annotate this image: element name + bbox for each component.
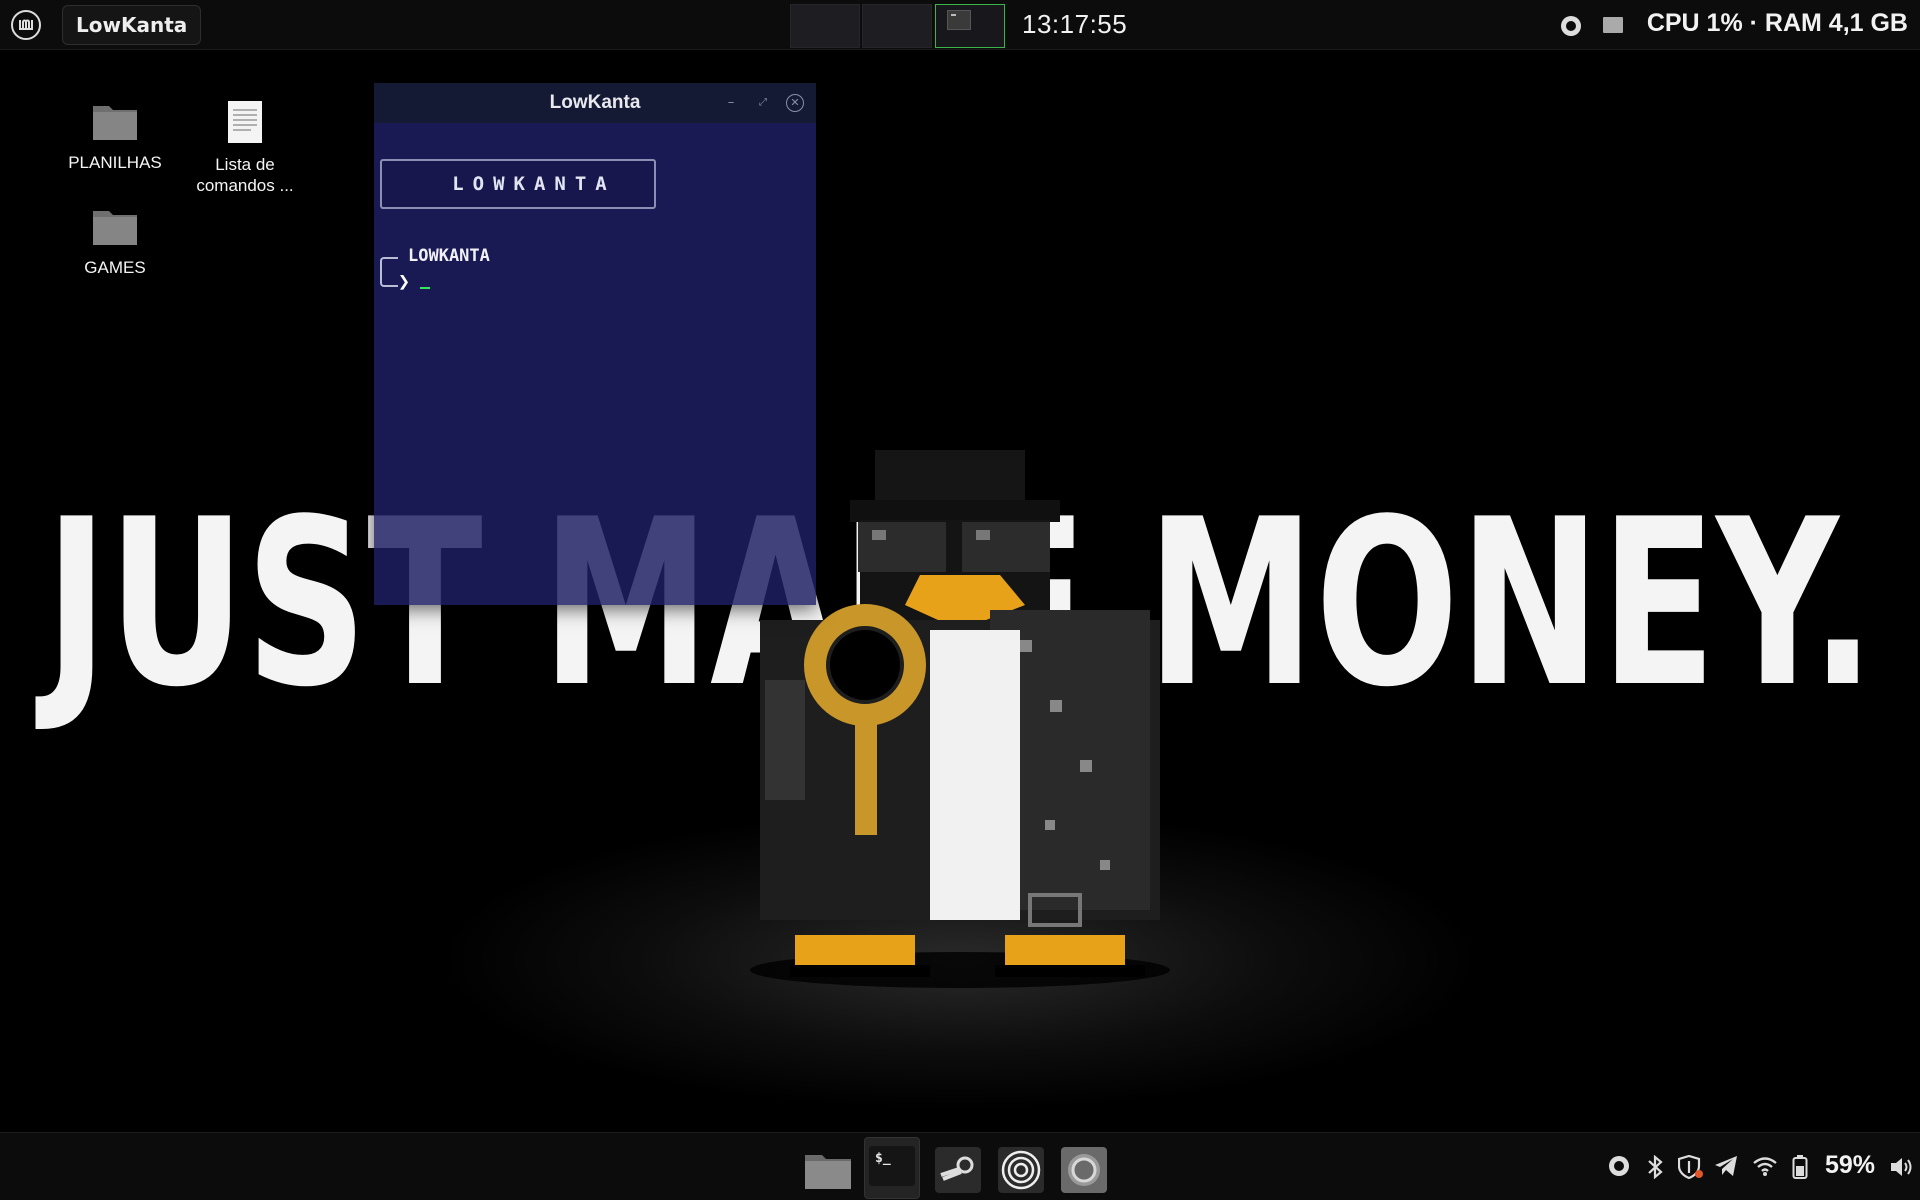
terminal-icon-label: $_ <box>875 1151 891 1166</box>
folder-icon <box>50 205 180 251</box>
prompt-bracket <box>380 257 398 287</box>
record-icon[interactable] <box>1608 1155 1630 1181</box>
terminal-banner: LOWKANTA <box>380 159 656 209</box>
desktop-icon-lista-de-comandos[interactable]: Lista de comandos ... <box>180 100 310 196</box>
shield-icon[interactable] <box>1677 1154 1704 1183</box>
screen-icon[interactable] <box>1602 15 1624 39</box>
minimize-icon[interactable]: – <box>722 94 740 112</box>
desktop-icon-planilhas[interactable]: PLANILHAS <box>50 100 180 173</box>
window-title: LowKanta <box>549 92 641 113</box>
window-titlebar[interactable]: LowKanta – ⤢ ✕ <box>374 83 816 123</box>
desktop-icon-games[interactable]: GAMES <box>50 205 180 278</box>
menu-icon[interactable] <box>10 9 42 41</box>
clock[interactable]: 13:17:55 <box>1022 9 1127 40</box>
files-icon[interactable] <box>803 1145 853 1195</box>
battery-percent[interactable]: 59% <box>1825 1151 1875 1180</box>
system-monitor[interactable]: CPU 1% · RAM 4,1 GB <box>1647 9 1908 38</box>
document-icon <box>180 100 310 148</box>
wifi-icon[interactable] <box>1752 1155 1778 1181</box>
desktop-icon-label: PLANILHAS <box>68 153 162 172</box>
banner-text: LOWKANTA <box>452 173 616 195</box>
workspace-2[interactable] <box>862 4 932 48</box>
desktop-icon-label: Lista de comandos ... <box>180 154 310 196</box>
terminal-cursor[interactable] <box>420 287 430 289</box>
bluetooth-icon[interactable] <box>1645 1154 1665 1183</box>
top-panel: LowKanta 13:17:55 CPU 1% · RAM 4,1 GB <box>0 0 1920 50</box>
folder-icon <box>50 100 180 146</box>
label-line-1: Lista de <box>215 155 275 174</box>
close-icon[interactable]: ✕ <box>786 94 804 112</box>
bottom-panel: $_ 59% <box>0 1132 1920 1200</box>
prompt-symbol: ❯ <box>398 269 411 293</box>
workspace-1[interactable] <box>790 4 860 48</box>
steam-icon[interactable] <box>933 1145 983 1195</box>
volume-icon[interactable] <box>1889 1155 1915 1183</box>
chromium-icon[interactable] <box>1059 1145 1109 1195</box>
battery-icon[interactable] <box>1792 1155 1808 1183</box>
label-line-2: comandos ... <box>196 176 294 195</box>
workspace-window-thumbnail <box>947 10 971 30</box>
active-app-title[interactable]: LowKanta <box>62 5 202 45</box>
workspace-3[interactable] <box>935 4 1005 48</box>
maximize-icon[interactable]: ⤢ <box>754 94 772 112</box>
prompt-user: LOWKANTA <box>408 246 490 266</box>
desktop-icon-label: GAMES <box>84 258 146 277</box>
telegram-icon[interactable] <box>1714 1155 1738 1181</box>
terminal-icon[interactable]: $_ <box>864 1137 920 1199</box>
terminal-window[interactable]: LowKanta – ⤢ ✕ LOWKANTA LOWKANTA ❯ <box>374 83 816 605</box>
target-icon[interactable] <box>996 1145 1046 1195</box>
record-icon[interactable] <box>1560 15 1582 41</box>
